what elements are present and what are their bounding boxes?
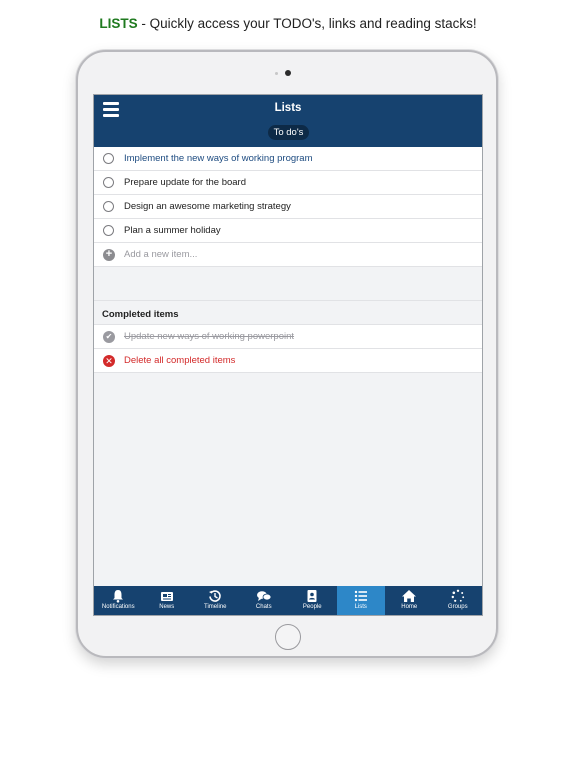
app-screen: Lists To do's Implement the new ways of … (93, 94, 483, 616)
close-circle-icon: ✕ (103, 355, 115, 367)
tab-label: Lists (354, 604, 367, 610)
tab-todos[interactable]: To do's (268, 125, 309, 140)
todo-item-2[interactable]: Prepare update for the board (94, 171, 482, 195)
tab-label: Notifications (101, 604, 135, 610)
section-spacer (94, 267, 482, 301)
completed-section-header: Completed items (94, 301, 482, 325)
delete-completed-button[interactable]: ✕ Delete all completed items (94, 349, 482, 373)
tab-label: Home (401, 604, 418, 610)
promo-caption: LISTS - Quickly access your TODO's, link… (0, 16, 576, 31)
todo-item-label: Plan a summer holiday (124, 225, 221, 236)
tab-news[interactable]: News (143, 586, 192, 615)
add-item-input[interactable]: Add a new item... (124, 249, 197, 260)
tab-label: People (302, 604, 322, 610)
tab-label: News (159, 604, 175, 610)
plus-circle-icon[interactable]: + (103, 249, 115, 261)
todo-item-4[interactable]: Plan a summer holiday (94, 219, 482, 243)
todo-item-label: Prepare update for the board (124, 177, 247, 188)
caption-text: - Quickly access your TODO's, links and … (137, 16, 477, 31)
todo-list: Implement the new ways of working progra… (94, 147, 482, 373)
checkbox-circle-icon[interactable] (103, 201, 114, 212)
tab-home[interactable]: Home (385, 586, 434, 615)
history-icon (209, 590, 222, 602)
tab-lists[interactable]: Lists (336, 586, 385, 615)
completed-item-label: Update new ways of working powerpoint (124, 331, 295, 342)
tab-label: Timeline (204, 604, 227, 610)
todo-item-1[interactable]: Implement the new ways of working progra… (94, 147, 482, 171)
tablet-frame: Lists To do's Implement the new ways of … (76, 50, 498, 658)
dots-circle-icon (451, 589, 464, 602)
check-circle-icon[interactable]: ✔ (103, 331, 115, 343)
chat-bubbles-icon (256, 591, 272, 601)
device-home-button (275, 624, 301, 650)
newspaper-icon (160, 592, 173, 601)
add-item-row[interactable]: + Add a new item... (94, 243, 482, 267)
tab-label: Chats (255, 604, 272, 610)
bottom-tab-bar: Notifications News Timeline Chats People… (94, 586, 482, 615)
checkbox-circle-icon[interactable] (103, 225, 114, 236)
completed-item-1[interactable]: ✔ Update new ways of working powerpoint (94, 325, 482, 349)
tab-timeline[interactable]: Timeline (191, 586, 240, 615)
contact-card-icon (307, 590, 317, 602)
todo-item-3[interactable]: Design an awesome marketing strategy (94, 195, 482, 219)
app-header: Lists To do's (94, 95, 482, 147)
tab-groups[interactable]: Groups (434, 586, 483, 615)
checkbox-circle-icon[interactable] (103, 177, 114, 188)
todo-item-label: Design an awesome marketing strategy (124, 201, 291, 212)
tab-notifications[interactable]: Notifications (94, 586, 143, 615)
caption-highlight: LISTS (99, 16, 138, 31)
list-icon (354, 590, 367, 602)
home-icon (402, 590, 417, 602)
checkbox-circle-icon[interactable] (103, 153, 114, 164)
camera-icon (285, 70, 291, 76)
tab-label: Groups (447, 604, 468, 610)
tab-chats[interactable]: Chats (240, 586, 289, 615)
completed-heading: Completed items (102, 309, 179, 320)
delete-completed-label: Delete all completed items (124, 355, 236, 366)
sensor-dot (275, 72, 278, 75)
page-title: Lists (274, 102, 302, 114)
todo-item-label: Implement the new ways of working progra… (124, 153, 313, 164)
tab-people[interactable]: People (288, 586, 337, 615)
bell-icon (113, 590, 124, 603)
